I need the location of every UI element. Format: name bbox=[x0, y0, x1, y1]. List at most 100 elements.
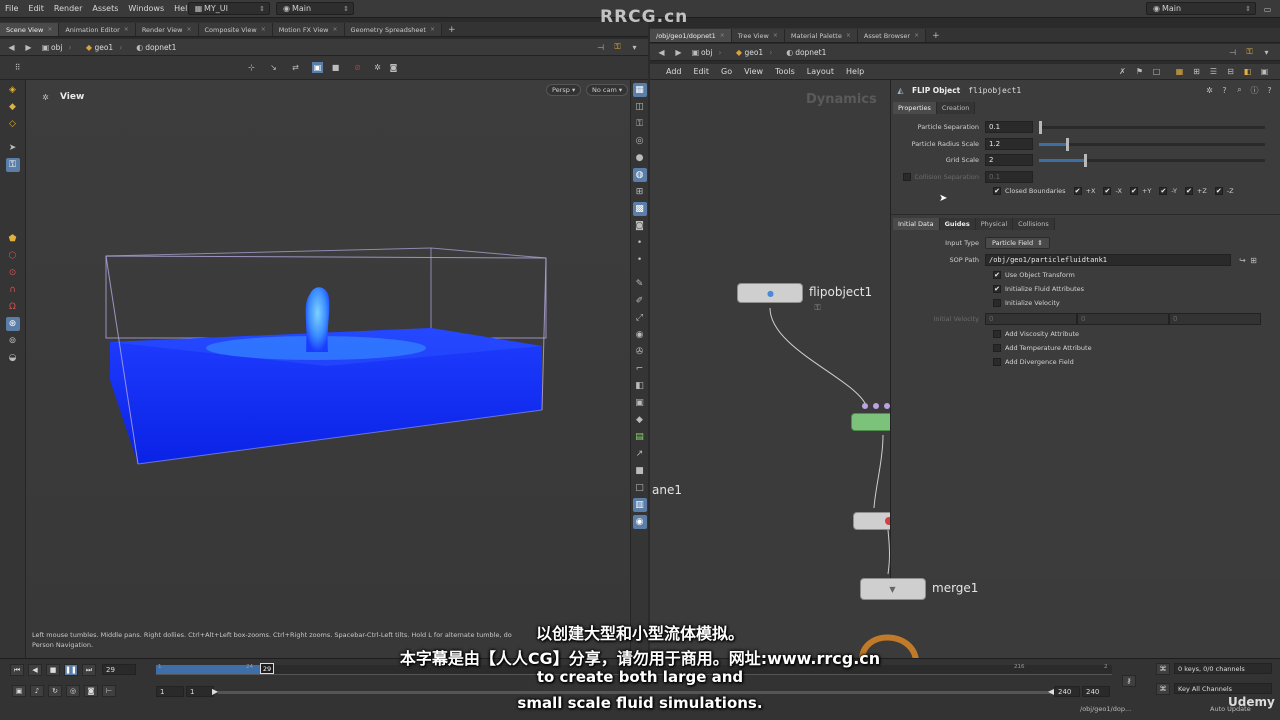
snap-tool-icon[interactable]: ⊙ bbox=[6, 266, 20, 280]
select-points-icon[interactable]: ⊹ bbox=[246, 62, 257, 73]
pin-icon[interactable]: ⊣ bbox=[1227, 47, 1238, 58]
info-icon[interactable]: ⓘ bbox=[1249, 85, 1260, 96]
breadcrumb-obj[interactable]: ▣ obj › bbox=[34, 42, 77, 53]
gear-icon[interactable]: ✲ bbox=[1204, 85, 1215, 96]
display-options-icon[interactable]: ▦ bbox=[632, 83, 647, 97]
select-objects-icon[interactable]: ▣ bbox=[312, 62, 323, 73]
brush-icon[interactable]: ✇ bbox=[633, 345, 647, 359]
axis-pos-z[interactable]: ✔ +Z bbox=[1184, 187, 1207, 195]
close-icon[interactable]: × bbox=[124, 26, 129, 33]
list-icon[interactable]: ☰ bbox=[1208, 66, 1219, 77]
select-prims-icon[interactable]: ⇄ bbox=[290, 62, 301, 73]
breadcrumb-geo1[interactable]: ◆ geo1 › bbox=[77, 42, 128, 53]
axis-pos-y-checkbox[interactable]: ✔ bbox=[1129, 187, 1138, 195]
move-tool-icon[interactable]: ◆ bbox=[6, 100, 20, 114]
light-tool-icon[interactable]: ◒ bbox=[6, 351, 20, 365]
arrow-icon[interactable]: ↗ bbox=[633, 447, 647, 461]
render-tool-icon[interactable]: ⊚ bbox=[6, 334, 20, 348]
menu-file[interactable]: File bbox=[0, 4, 23, 13]
fluid-icon[interactable]: ▤ bbox=[633, 430, 647, 444]
gear-icon[interactable]: ✲ bbox=[372, 62, 383, 73]
close-icon[interactable]: × bbox=[914, 32, 919, 39]
axis-pos-z-checkbox[interactable]: ✔ bbox=[1184, 187, 1193, 195]
pose-tool-icon[interactable]: ⬡ bbox=[6, 249, 20, 263]
breadcrumb-dopnet1[interactable]: ◐ dopnet1 bbox=[778, 47, 832, 58]
close-icon[interactable]: × bbox=[261, 26, 266, 33]
axis-pos-x[interactable]: ✔ +X bbox=[1073, 187, 1095, 195]
gravity-node[interactable] bbox=[853, 512, 890, 530]
stop-icon[interactable]: ■ bbox=[330, 62, 341, 73]
input-connector[interactable] bbox=[862, 403, 868, 409]
tab-physical[interactable]: Physical bbox=[975, 218, 1014, 230]
arrow-select-icon[interactable]: ➤ bbox=[6, 141, 20, 155]
add-tab-button[interactable]: + bbox=[442, 23, 462, 36]
particle-radius-scale-field[interactable]: 1.2 bbox=[985, 138, 1033, 150]
box-icon[interactable]: ▣ bbox=[633, 396, 647, 410]
sop-path-field[interactable]: /obj/geo1/particlefluidtank1 bbox=[985, 254, 1231, 266]
menu-edit[interactable]: Edit bbox=[688, 67, 716, 76]
flag-icon[interactable]: ⚑ bbox=[1134, 66, 1145, 77]
forward-arrow-icon[interactable]: ▶ bbox=[23, 42, 34, 53]
input-connector[interactable] bbox=[873, 403, 879, 409]
add-viscosity-checkbox[interactable] bbox=[993, 330, 1001, 338]
axis-neg-y[interactable]: ✔ -Y bbox=[1159, 187, 1177, 195]
node-name-field[interactable]: flipobject1 bbox=[968, 86, 1021, 95]
tab-network-path[interactable]: /obj/geo1/dopnet1 × bbox=[650, 29, 732, 42]
menu-help[interactable]: Help bbox=[840, 67, 870, 76]
forward-arrow-icon[interactable]: ▶ bbox=[673, 47, 684, 58]
camera-icon[interactable]: ◙ bbox=[388, 62, 399, 73]
tab-creation[interactable]: Creation bbox=[936, 102, 976, 114]
lock-icon[interactable]: ⚿ bbox=[612, 42, 623, 53]
grid-icon[interactable]: ⊞ bbox=[1191, 66, 1202, 77]
pen-icon[interactable]: ✎ bbox=[633, 277, 647, 291]
lock-icon[interactable]: ⚿ bbox=[1244, 47, 1255, 58]
axis-neg-x[interactable]: ✔ -X bbox=[1103, 187, 1122, 195]
menu-view[interactable]: View bbox=[738, 67, 769, 76]
grid-scale-slider[interactable] bbox=[1039, 153, 1265, 167]
rotate-tool-icon[interactable]: ◇ bbox=[6, 117, 20, 131]
lamp-icon[interactable]: ◉ bbox=[632, 515, 647, 529]
tab-material-palette[interactable]: Material Palette × bbox=[784, 29, 858, 42]
square-icon[interactable]: ■ bbox=[633, 464, 647, 478]
menu-go[interactable]: Go bbox=[715, 67, 738, 76]
closed-boundaries-checkbox[interactable]: ✔ bbox=[993, 187, 1001, 195]
tab-properties[interactable]: Properties bbox=[893, 102, 937, 114]
use-object-transform-checkbox[interactable]: ✔ bbox=[993, 271, 1001, 279]
pin-icon[interactable]: ⊣ bbox=[595, 42, 606, 53]
back-arrow-icon[interactable]: ◀ bbox=[656, 47, 667, 58]
image-icon[interactable]: ▣ bbox=[1259, 66, 1270, 77]
breadcrumb-obj[interactable]: ▣ obj › bbox=[684, 47, 727, 58]
menu-edit[interactable]: Edit bbox=[23, 4, 49, 13]
axis-pos-x-checkbox[interactable]: ✔ bbox=[1073, 187, 1082, 195]
tab-guides[interactable]: Guides bbox=[939, 218, 976, 230]
wireframe-icon[interactable]: ◫ bbox=[633, 100, 647, 114]
select-edges-icon[interactable]: ↘ bbox=[268, 62, 279, 73]
input-type-select[interactable]: Particle Field ⇕ bbox=[985, 237, 1050, 249]
add-temperature-checkbox[interactable] bbox=[993, 344, 1001, 352]
dot-icon[interactable]: • bbox=[633, 253, 647, 267]
breadcrumb-dopnet1[interactable]: ◐ dopnet1 bbox=[128, 42, 182, 53]
context-select[interactable]: ◉ Main ⇕ bbox=[276, 2, 354, 15]
jump-to-icon[interactable]: ↪ bbox=[1237, 255, 1248, 266]
pane-menu-icon[interactable]: ▾ bbox=[1261, 47, 1272, 58]
close-icon[interactable]: × bbox=[47, 26, 52, 33]
tree-icon[interactable]: ⊟ bbox=[1225, 66, 1236, 77]
close-icon[interactable]: × bbox=[720, 32, 725, 39]
close-icon[interactable]: × bbox=[773, 32, 778, 39]
axis-neg-z-checkbox[interactable]: ✔ bbox=[1214, 187, 1223, 195]
node-chooser-icon[interactable]: ⊞ bbox=[1248, 255, 1259, 266]
tab-scene-view[interactable]: Scene View × bbox=[0, 23, 60, 36]
palette-icon[interactable]: ◧ bbox=[1242, 66, 1253, 77]
close-icon[interactable]: × bbox=[846, 32, 851, 39]
grid-dots-icon[interactable]: ⠿ bbox=[12, 62, 23, 73]
tab-asset-browser[interactable]: Asset Browser × bbox=[857, 29, 927, 42]
tab-initial-data[interactable]: Initial Data bbox=[893, 218, 940, 230]
menu-render[interactable]: Render bbox=[49, 4, 87, 13]
maximize-icon[interactable]: ▭ bbox=[1262, 4, 1273, 15]
search-icon[interactable]: ⌕ bbox=[1234, 85, 1245, 96]
lock-icon[interactable]: ⚿ bbox=[5, 158, 20, 172]
menu-tools[interactable]: Tools bbox=[769, 67, 801, 76]
axis-neg-x-checkbox[interactable]: ✔ bbox=[1103, 187, 1112, 195]
magnet-icon[interactable]: Ω bbox=[6, 300, 20, 314]
cube-icon[interactable]: ◧ bbox=[633, 379, 647, 393]
